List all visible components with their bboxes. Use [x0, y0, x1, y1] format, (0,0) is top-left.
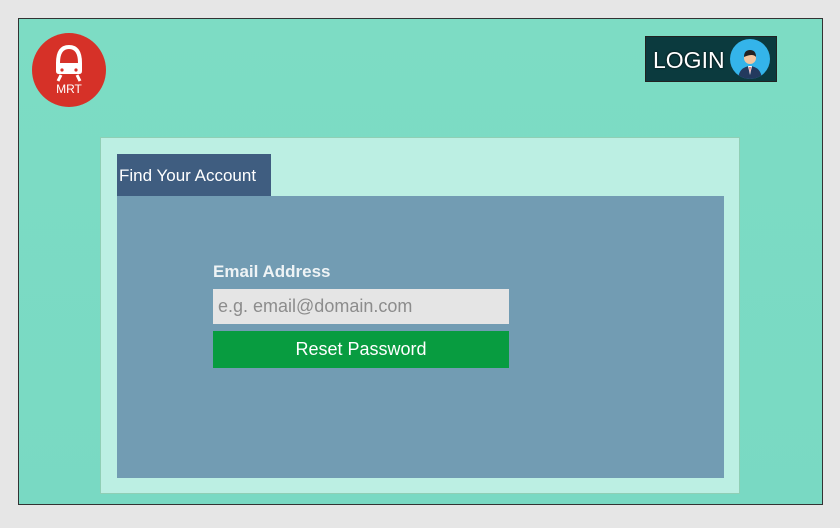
login-button[interactable]: LOGIN — [645, 36, 777, 82]
user-avatar-icon — [730, 39, 770, 79]
train-icon — [56, 45, 82, 82]
tab-find-your-account[interactable]: Find Your Account — [117, 154, 271, 196]
email-label: Email Address — [213, 262, 331, 281]
email-input[interactable] — [213, 289, 509, 324]
form-area: Email Address Reset Password — [117, 196, 724, 478]
reset-password-button[interactable]: Reset Password — [213, 331, 509, 368]
page: MRT LOGIN Find Your Account Email Addres… — [18, 18, 823, 505]
mrt-logo[interactable]: MRT — [32, 33, 106, 107]
find-account-panel: Find Your Account Email Address Reset Pa… — [100, 137, 740, 494]
logo-text: MRT — [56, 82, 82, 96]
login-label: LOGIN — [653, 47, 725, 73]
